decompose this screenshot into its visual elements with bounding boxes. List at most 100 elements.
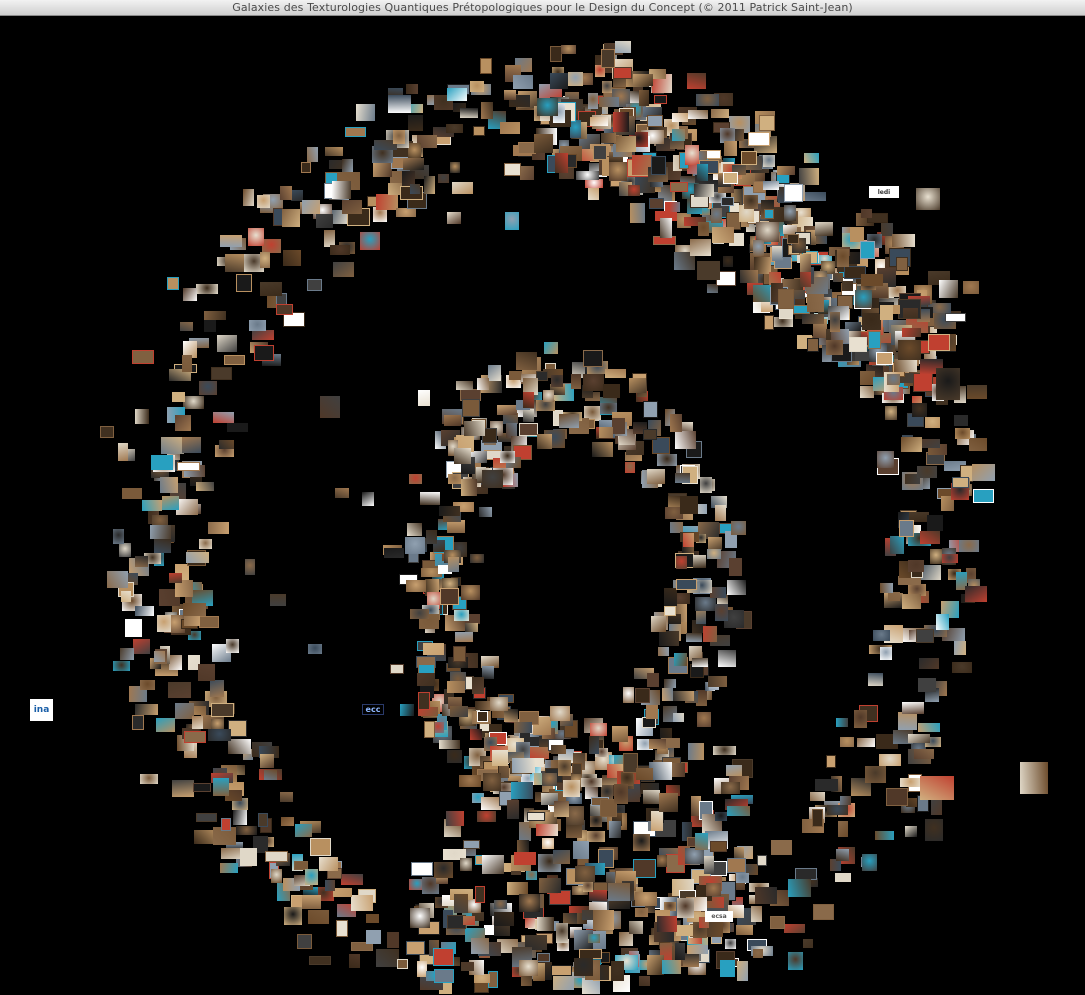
- image-thumbnail[interactable]: [613, 112, 629, 132]
- image-thumbnail[interactable]: [835, 873, 851, 882]
- image-thumbnail[interactable]: [240, 848, 257, 866]
- image-thumbnail[interactable]: [410, 908, 430, 928]
- image-thumbnail[interactable]: [727, 858, 746, 873]
- image-thumbnail[interactable]: [651, 156, 666, 175]
- image-thumbnail[interactable]: [755, 887, 777, 904]
- image-thumbnail[interactable]: [132, 715, 144, 730]
- image-thumbnail[interactable]: [208, 522, 229, 534]
- image-thumbnail[interactable]: [710, 841, 727, 852]
- image-thumbnail[interactable]: [842, 281, 853, 291]
- image-thumbnail[interactable]: [649, 198, 664, 209]
- image-thumbnail[interactable]: [450, 706, 468, 717]
- image-thumbnail[interactable]: [461, 479, 477, 496]
- image-thumbnail[interactable]: [282, 209, 300, 227]
- image-thumbnail[interactable]: [718, 650, 736, 667]
- image-thumbnail[interactable]: [463, 840, 480, 849]
- image-thumbnail[interactable]: [462, 399, 480, 417]
- image-thumbnail[interactable]: [589, 736, 599, 754]
- image-thumbnail[interactable]: [182, 437, 201, 453]
- image-thumbnail[interactable]: [140, 680, 155, 690]
- image-thumbnail[interactable]: [629, 378, 646, 393]
- image-thumbnail[interactable]: [651, 811, 663, 831]
- image-thumbnail[interactable]: [537, 917, 554, 931]
- image-thumbnail[interactable]: [770, 916, 785, 929]
- image-thumbnail[interactable]: [477, 378, 489, 390]
- image-thumbnail[interactable]: [122, 488, 142, 499]
- image-thumbnail[interactable]: [479, 507, 492, 517]
- image-thumbnail[interactable]: [243, 189, 254, 206]
- image-thumbnail[interactable]: [154, 538, 171, 553]
- image-thumbnail[interactable]: [673, 691, 694, 701]
- image-thumbnail[interactable]: [741, 151, 757, 165]
- image-thumbnail[interactable]: [310, 838, 331, 856]
- image-thumbnail[interactable]: [729, 558, 742, 576]
- image-thumbnail[interactable]: [753, 949, 763, 958]
- window-titlebar[interactable]: Galaxies des Texturologies Quantiques Pr…: [0, 0, 1085, 16]
- image-thumbnail[interactable]: [685, 145, 699, 165]
- image-thumbnail[interactable]: [423, 643, 444, 655]
- image-thumbnail[interactable]: [925, 417, 940, 428]
- image-thumbnail[interactable]: [418, 390, 430, 406]
- image-thumbnail[interactable]: [183, 288, 197, 301]
- image-thumbnail[interactable]: [647, 673, 659, 687]
- image-thumbnail[interactable]: [366, 914, 379, 923]
- image-thumbnail[interactable]: [788, 879, 811, 897]
- image-thumbnail[interactable]: [711, 109, 729, 118]
- image-thumbnail[interactable]: [675, 473, 690, 483]
- image-thumbnail[interactable]: [721, 782, 740, 794]
- image-thumbnail[interactable]: [281, 817, 294, 826]
- image-thumbnail[interactable]: [603, 384, 620, 398]
- image-thumbnail[interactable]: [220, 235, 242, 247]
- image-thumbnail[interactable]: [454, 894, 468, 913]
- image-thumbnail[interactable]: [588, 188, 599, 200]
- image-thumbnail[interactable]: [967, 385, 987, 399]
- image-thumbnail[interactable]: [411, 862, 433, 876]
- image-thumbnail[interactable]: [623, 687, 634, 703]
- image-thumbnail[interactable]: [902, 328, 921, 337]
- image-thumbnail[interactable]: [941, 554, 958, 563]
- image-thumbnail[interactable]: [703, 626, 717, 642]
- image-thumbnail[interactable]: [673, 713, 684, 722]
- image-thumbnail[interactable]: [558, 760, 571, 776]
- image-thumbnail[interactable]: [688, 110, 708, 119]
- image-thumbnail[interactable]: [537, 98, 558, 116]
- image-thumbnail[interactable]: [670, 414, 682, 432]
- image-thumbnail[interactable]: [737, 961, 748, 981]
- image-thumbnail[interactable]: [543, 390, 554, 402]
- logo-thumbnail[interactable]: ecc: [362, 704, 384, 715]
- image-thumbnail[interactable]: [420, 492, 440, 505]
- image-thumbnail[interactable]: [417, 673, 435, 686]
- image-thumbnail[interactable]: [599, 427, 613, 438]
- image-thumbnail[interactable]: [1020, 762, 1048, 794]
- image-thumbnail[interactable]: [307, 147, 318, 162]
- image-thumbnail[interactable]: [860, 386, 874, 398]
- image-thumbnail[interactable]: [695, 597, 716, 611]
- image-thumbnail[interactable]: [325, 880, 335, 891]
- image-thumbnail[interactable]: [448, 557, 459, 572]
- image-thumbnail[interactable]: [471, 938, 489, 954]
- image-thumbnail[interactable]: [657, 916, 677, 932]
- image-thumbnail[interactable]: [724, 141, 737, 156]
- image-thumbnail[interactable]: [802, 314, 824, 324]
- image-thumbnail[interactable]: [308, 910, 329, 924]
- image-thumbnail[interactable]: [236, 274, 252, 292]
- image-thumbnail[interactable]: [877, 451, 894, 468]
- image-thumbnail[interactable]: [590, 723, 607, 736]
- image-thumbnail[interactable]: [748, 132, 770, 146]
- image-thumbnail[interactable]: [434, 969, 454, 983]
- image-thumbnail[interactable]: [483, 773, 501, 791]
- image-thumbnail[interactable]: [523, 392, 534, 408]
- image-thumbnail[interactable]: [675, 943, 685, 960]
- image-thumbnail[interactable]: [721, 197, 734, 206]
- image-thumbnail[interactable]: [633, 74, 653, 86]
- image-thumbnail[interactable]: [512, 758, 535, 773]
- image-thumbnail[interactable]: [236, 826, 257, 835]
- image-thumbnail[interactable]: [693, 555, 706, 568]
- image-thumbnail[interactable]: [672, 129, 685, 141]
- image-thumbnail[interactable]: [683, 533, 694, 547]
- image-thumbnail[interactable]: [912, 403, 927, 417]
- image-thumbnail[interactable]: [444, 415, 461, 426]
- image-thumbnail[interactable]: [477, 811, 496, 822]
- image-thumbnail[interactable]: [226, 639, 239, 653]
- image-thumbnail[interactable]: [464, 421, 485, 436]
